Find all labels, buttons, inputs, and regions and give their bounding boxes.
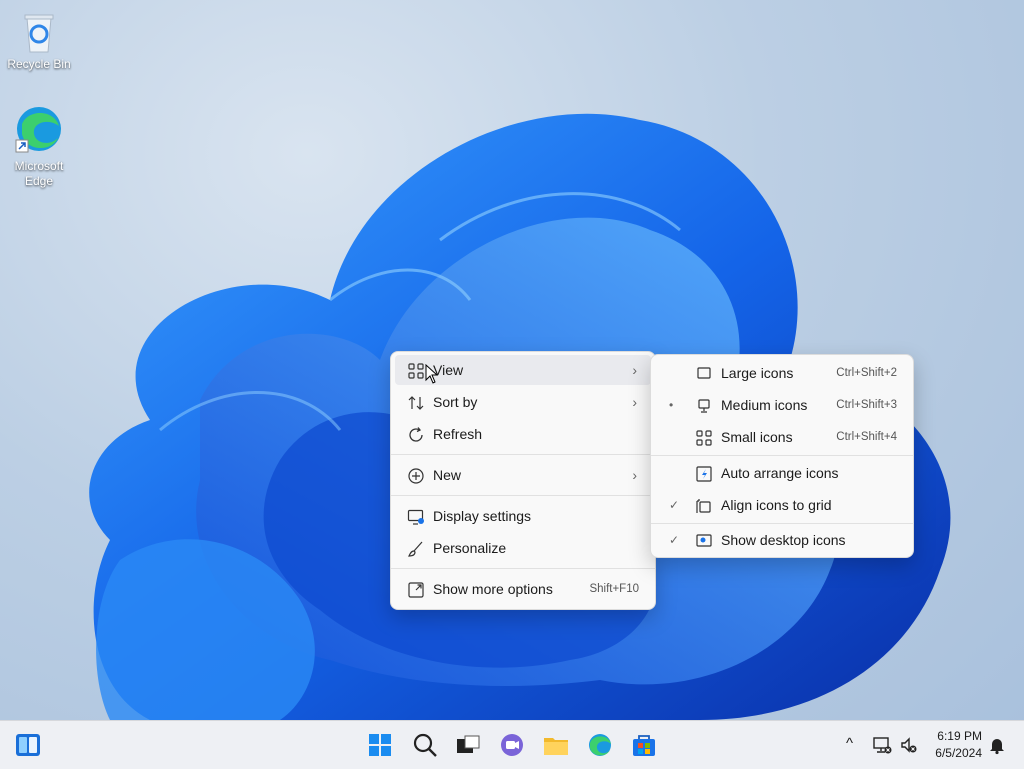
chevron-right-icon: › (632, 467, 637, 483)
align-grid-icon (696, 499, 711, 513)
submenu-item-auto-arrange[interactable]: Auto arrange icons (655, 458, 909, 488)
edge-icon (15, 107, 61, 153)
desktop-icon-label: Microsoft Edge (14, 159, 64, 188)
menu-item-display-settings[interactable]: Display settings (395, 501, 651, 531)
recycle-bin-icon (24, 14, 54, 53)
submenu-item-small-icons[interactable]: Small icons Ctrl+Shift+4 (655, 422, 909, 452)
clock-date: 6/5/2024 (935, 746, 982, 760)
store-icon[interactable] (630, 731, 658, 759)
menu-item-label: Personalize (433, 540, 507, 556)
menu-item-label: Display settings (433, 508, 532, 524)
display-settings-icon (407, 509, 424, 525)
menu-item-label: Sort by (433, 394, 478, 410)
sort-icon (408, 396, 424, 410)
task-view-icon[interactable] (454, 731, 482, 759)
mouse-cursor-icon (425, 364, 439, 384)
edge-icon[interactable] (586, 731, 614, 759)
refresh-icon (409, 427, 423, 442)
start-icon[interactable] (366, 731, 394, 759)
view-submenu: Large icons Ctrl+Shift+2 • Medium icons … (650, 354, 914, 558)
submenu-item-show-desktop-icons[interactable]: ✓ Show desktop icons (655, 525, 909, 555)
submenu-item-align-to-grid[interactable]: ✓ Align icons to grid (655, 490, 909, 520)
menu-item-show-more-options[interactable]: Show more options Shift+F10 (395, 574, 651, 604)
auto-arrange-icon (696, 466, 712, 482)
taskbar: ^ 6:19 PM 6/5/2024 (0, 720, 1024, 769)
notification-icon[interactable] (987, 735, 1007, 755)
small-grid-icon (696, 430, 712, 446)
menu-separator (391, 454, 655, 455)
teams-chat-icon[interactable] (498, 731, 526, 759)
submenu-item-large-icons[interactable]: Large icons Ctrl+Shift+2 (655, 358, 909, 388)
submenu-item-label: Auto arrange icons (721, 465, 839, 481)
menu-separator (651, 455, 913, 456)
menu-separator (391, 495, 655, 496)
desktop-icon-label: Recycle Bin (7, 57, 71, 71)
menu-item-personalize[interactable]: Personalize (395, 533, 651, 563)
grid-icon (408, 363, 424, 379)
menu-item-new[interactable]: New › (395, 460, 651, 490)
volume-muted-icon[interactable] (899, 735, 919, 755)
menu-item-refresh[interactable]: Refresh (395, 419, 651, 449)
submenu-item-label: Show desktop icons (721, 532, 846, 548)
selected-bullet-icon: • (669, 398, 674, 412)
checkmark-icon: ✓ (669, 533, 680, 547)
submenu-item-label: Small icons (721, 429, 793, 445)
checkmark-icon: ✓ (669, 498, 680, 512)
chevron-right-icon: › (632, 362, 637, 378)
network-icon[interactable] (872, 735, 892, 755)
menu-item-sort-by[interactable]: Sort by › (395, 387, 651, 417)
shortcut-label: Ctrl+Shift+2 (836, 367, 897, 379)
menu-item-label: Refresh (433, 426, 483, 442)
more-options-icon (408, 582, 424, 598)
file-explorer-icon[interactable] (542, 731, 570, 759)
menu-item-label: Show more options (433, 581, 553, 597)
shortcut-label: Shift+F10 (589, 583, 639, 595)
brush-icon (408, 541, 423, 557)
show-hidden-icons-chevron-icon[interactable]: ^ (846, 735, 853, 752)
chevron-right-icon: › (632, 394, 637, 410)
menu-separator (651, 523, 913, 524)
menu-item-label: New (433, 467, 462, 483)
submenu-item-label: Medium icons (721, 397, 808, 413)
monitor-stand-icon (698, 399, 710, 413)
shortcut-label: Ctrl+Shift+4 (836, 431, 897, 443)
desktop-context-menu: View › Sort by › Refresh New › Display s… (390, 351, 656, 610)
submenu-item-label: Large icons (721, 365, 794, 381)
show-desktop-icon (696, 534, 712, 547)
shortcut-label: Ctrl+Shift+3 (836, 399, 897, 411)
plus-circle-icon (408, 468, 424, 484)
search-icon[interactable] (411, 731, 439, 759)
clock-time: 6:19 PM (937, 729, 982, 743)
monitor-icon (697, 367, 711, 379)
submenu-item-medium-icons[interactable]: • Medium icons Ctrl+Shift+3 (655, 390, 909, 420)
widgets-icon[interactable] (14, 731, 42, 759)
desktop-icon-edge[interactable]: Microsoft Edge (1, 104, 77, 189)
desktop-icon-recycle-bin[interactable]: Recycle Bin (1, 10, 77, 72)
taskbar-clock[interactable]: 6:19 PM 6/5/2024 (935, 728, 982, 762)
menu-separator (391, 568, 655, 569)
submenu-item-label: Align icons to grid (721, 497, 832, 513)
